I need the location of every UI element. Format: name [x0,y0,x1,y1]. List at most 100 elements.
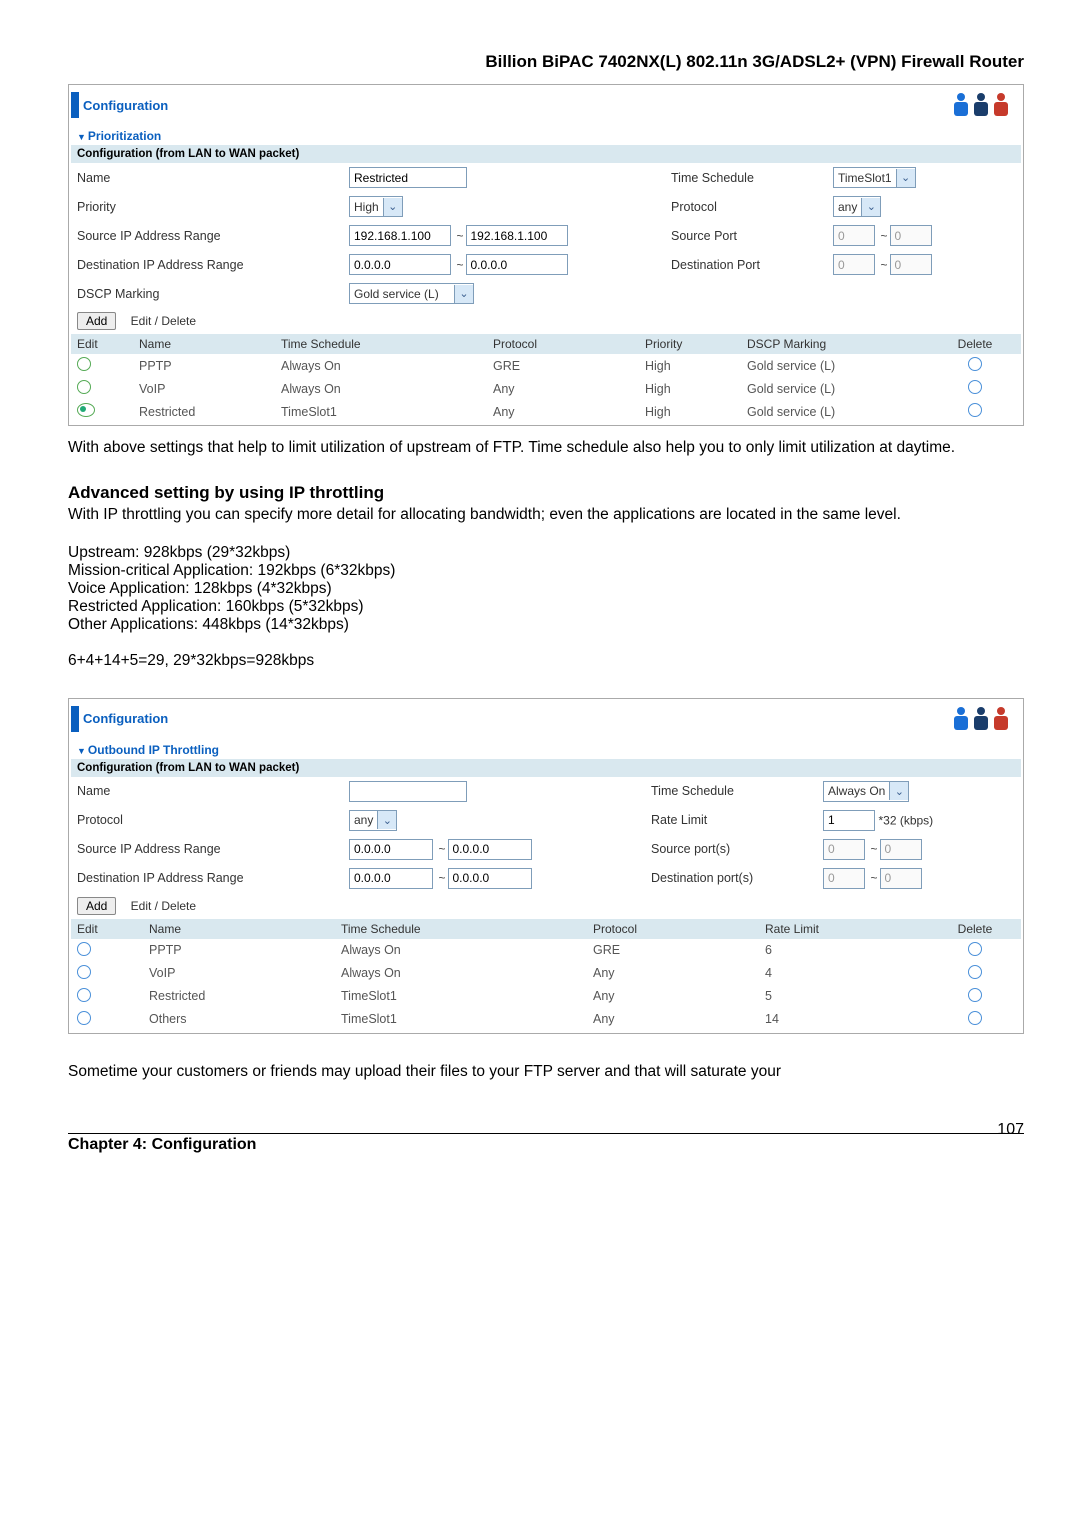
rate-limit-unit: *32 (kbps) [878,813,933,827]
table-row: VoIPAlways On Any4 [71,962,1021,985]
panel-title: Configuration [83,711,168,726]
document-header: Billion BiPAC 7402NX(L) 802.11n 3G/ADSL2… [68,52,1024,72]
body-paragraph: With above settings that help to limit u… [68,438,1024,459]
panel-title: Configuration [83,98,168,113]
chevron-down-icon: ⌄ [861,198,880,216]
dscp-select[interactable]: Gold service (L)⌄ [349,283,474,304]
dst-ip-from-input[interactable] [349,254,451,275]
panel-accent-bar [71,706,79,732]
chevron-down-icon: ⌄ [377,811,396,829]
priority-select[interactable]: High⌄ [349,196,403,217]
chevron-down-icon: ⌄ [383,198,402,216]
time-schedule-select[interactable]: TimeSlot1⌄ [833,167,916,188]
src-ip-label: Source IP Address Range [71,221,343,250]
body-line: 6+4+14+5=29, 29*32kbps=928kbps [68,652,1024,670]
throttling-panel: Configuration Outbound IP Throttling Con… [68,698,1024,1034]
section-title[interactable]: Prioritization [71,127,1021,145]
body-line: Other Applications: 448kbps (14*32kbps) [68,616,1024,634]
edit-radio[interactable] [77,965,91,979]
panel-accent-bar [71,92,79,118]
chevron-down-icon: ⌄ [896,169,915,187]
dst-port-to-input[interactable] [880,868,922,889]
edit-radio[interactable] [77,403,95,417]
section-subtitle: Configuration (from LAN to WAN packet) [71,145,1021,163]
delete-radio[interactable] [968,1011,982,1025]
edit-radio[interactable] [77,380,91,394]
dst-port-from-input[interactable] [823,868,865,889]
delete-radio[interactable] [968,965,982,979]
dst-ip-label: Destination IP Address Range [71,864,343,893]
section-heading: Advanced setting by using IP throttling [68,483,1024,503]
delete-radio[interactable] [968,380,982,394]
body-line: Voice Application: 128kbps (4*32kbps) [68,580,1024,598]
table-row: RestrictedTimeSlot1 AnyHigh Gold service… [71,400,1021,423]
chevron-down-icon: ⌄ [889,782,908,800]
dscp-label: DSCP Marking [71,279,343,308]
time-schedule-label: Time Schedule [665,163,827,192]
delete-radio[interactable] [968,403,982,417]
name-label: Name [71,777,343,806]
edit-radio[interactable] [77,988,91,1002]
rate-limit-input[interactable] [823,810,875,831]
dst-ip-label: Destination IP Address Range [71,250,343,279]
dst-ip-from-input[interactable] [349,868,433,889]
name-input[interactable] [349,781,467,802]
body-line: Restricted Application: 160kbps (5*32kbp… [68,598,1024,616]
src-port-to-input[interactable] [880,839,922,860]
time-schedule-label: Time Schedule [645,777,817,806]
delete-radio[interactable] [968,357,982,371]
src-ip-from-input[interactable] [349,225,451,246]
list-header: Edit Name Time Schedule Protocol Rate Li… [71,919,1021,939]
delete-radio[interactable] [968,942,982,956]
edit-delete-label: Edit / Delete [131,899,196,913]
chapter-label: Chapter 4: Configuration [68,1136,1024,1154]
table-row: PPTPAlways On GREHigh Gold service (L) [71,354,1021,377]
edit-delete-label: Edit / Delete [131,314,196,328]
protocol-label: Protocol [665,192,827,221]
edit-radio[interactable] [77,1011,91,1025]
src-ip-from-input[interactable] [349,839,433,860]
dst-ip-to-input[interactable] [466,254,568,275]
src-port-from-input[interactable] [823,839,865,860]
table-row: VoIPAlways On AnyHigh Gold service (L) [71,377,1021,400]
list-header: Edit Name Time Schedule Protocol Priorit… [71,334,1021,354]
body-line: Mission-critical Application: 192kbps (6… [68,562,1024,580]
prioritization-panel: Configuration Prioritization Configurati… [68,84,1024,426]
dst-port-label: Destination Port [665,250,827,279]
body-paragraph: Sometime your customers or friends may u… [68,1062,1024,1083]
edit-radio[interactable] [77,942,91,956]
edit-radio[interactable] [77,357,91,371]
section-title[interactable]: Outbound IP Throttling [71,741,1021,759]
dst-port-label: Destination port(s) [645,864,817,893]
dst-port-from-input[interactable] [833,254,875,275]
src-port-to-input[interactable] [890,225,932,246]
delete-radio[interactable] [968,988,982,1002]
body-line: Upstream: 928kbps (29*32kbps) [68,544,1024,562]
src-port-label: Source Port [665,221,827,250]
people-icon [945,705,1017,733]
protocol-select[interactable]: any⌄ [833,196,881,217]
protocol-label: Protocol [71,806,343,835]
table-row: OthersTimeSlot1 Any14 [71,1008,1021,1031]
protocol-select[interactable]: any⌄ [349,810,397,831]
priority-label: Priority [71,192,343,221]
people-icon [945,91,1017,119]
src-port-label: Source port(s) [645,835,817,864]
src-port-from-input[interactable] [833,225,875,246]
rate-limit-label: Rate Limit [645,806,817,835]
add-button[interactable]: Add [77,897,116,915]
body-paragraph: With IP throttling you can specify more … [68,505,1024,526]
time-schedule-select[interactable]: Always On⌄ [823,781,909,802]
name-input[interactable] [349,167,467,188]
src-ip-to-input[interactable] [448,839,532,860]
src-ip-to-input[interactable] [466,225,568,246]
dst-port-to-input[interactable] [890,254,932,275]
add-button[interactable]: Add [77,312,116,330]
section-subtitle: Configuration (from LAN to WAN packet) [71,759,1021,777]
dst-ip-to-input[interactable] [448,868,532,889]
name-label: Name [71,163,343,192]
chevron-down-icon: ⌄ [454,285,473,303]
table-row: PPTPAlways On GRE6 [71,939,1021,962]
src-ip-label: Source IP Address Range [71,835,343,864]
table-row: RestrictedTimeSlot1 Any5 [71,985,1021,1008]
